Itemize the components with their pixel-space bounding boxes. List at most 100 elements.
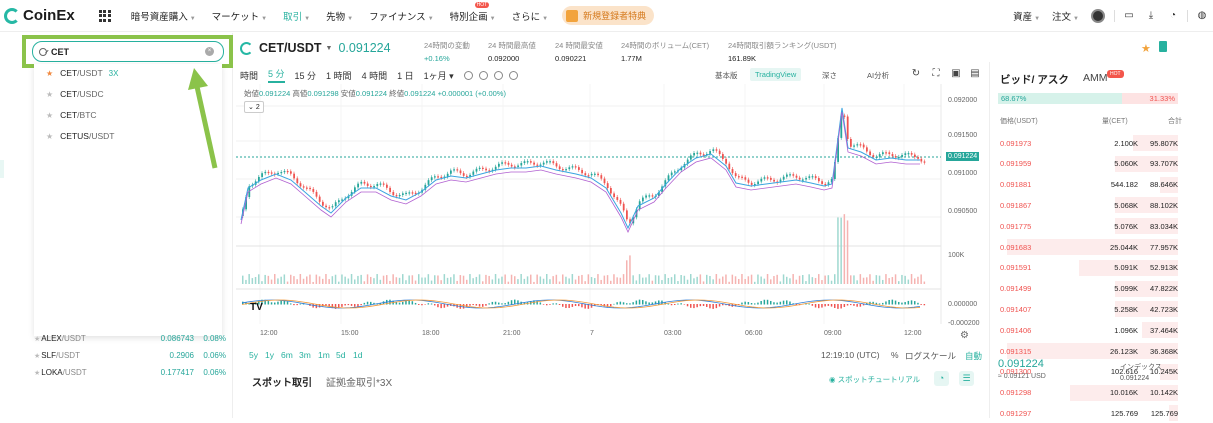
refresh-icon[interactable]: ↻ xyxy=(911,69,921,79)
globe-icon[interactable]: ◍ xyxy=(1196,10,1208,22)
nav-special[interactable]: 特別企画 ▼ HOT xyxy=(442,1,504,23)
tf-5m[interactable]: 5 分 xyxy=(268,67,285,83)
favorite-star-icon[interactable]: ★ xyxy=(34,336,40,343)
pair-name[interactable]: CET/USDT xyxy=(259,41,322,55)
orderbook-ask-row[interactable]: 0.091973 2.100K 95.807K xyxy=(998,133,1178,153)
candle-body xyxy=(850,138,852,147)
spot-tutorial-link[interactable]: ◉ スポットチュートリアル xyxy=(829,374,920,385)
signup-promo-button[interactable]: 新規登録者特典 xyxy=(562,6,655,25)
tf-15m[interactable]: 15 分 xyxy=(295,69,317,82)
tf-4h[interactable]: 4 時間 xyxy=(362,69,388,82)
layout-icon[interactable]: ▤ xyxy=(970,69,980,79)
volume-bar xyxy=(718,278,721,284)
nav-buy-crypto[interactable]: 暗号資産購入 ▼ xyxy=(123,9,204,23)
volume-bar xyxy=(533,281,535,284)
tab-bid-ask[interactable]: ビッド/ アスク xyxy=(1000,72,1069,87)
log-scale-toggle[interactable]: ログスケール xyxy=(905,350,956,362)
tf-1mo[interactable]: 1ヶ月 ▾ xyxy=(424,69,454,82)
tab-margin-trading[interactable]: 証拠金取引*3X xyxy=(326,374,392,389)
favorite-star-icon[interactable]: ★ xyxy=(46,90,53,99)
volume-bar xyxy=(523,278,526,284)
download-icon[interactable]: ⤓ xyxy=(1145,10,1157,22)
orderbook-ask-row[interactable]: 0.091297 125.769 125.769 xyxy=(998,403,1178,423)
search-result-cet-usdc[interactable]: ★ CET/USDC xyxy=(46,89,104,99)
settings-icon[interactable] xyxy=(478,70,488,80)
compare-icon[interactable] xyxy=(493,70,503,80)
notification-bell-icon[interactable]: ◔ xyxy=(1167,10,1179,22)
orderbook-ask-row[interactable]: 0.091591 5.091K 52.913K xyxy=(998,258,1178,278)
indicator-icon[interactable] xyxy=(463,70,473,80)
user-avatar[interactable] xyxy=(1091,9,1105,23)
range-1m[interactable]: 1m xyxy=(318,350,330,360)
coinex-logo[interactable]: CoinEx xyxy=(4,7,75,24)
favorite-star-icon[interactable]: ★ xyxy=(46,111,53,120)
fullscreen-icon[interactable]: ⛶ xyxy=(931,69,941,79)
nav-orders[interactable]: 注文 ▼ xyxy=(1046,9,1085,23)
orderbook-ask-row[interactable]: 0.091775 5.076K 83.034K xyxy=(998,216,1178,236)
search-result-cet-btc[interactable]: ★ CET/BTC xyxy=(46,110,97,120)
view-ai-analysis[interactable]: AI分析 xyxy=(862,68,894,83)
tf-1d[interactable]: 1 日 xyxy=(397,69,414,82)
nav-more[interactable]: さらに ▼ xyxy=(504,9,556,23)
range-3m[interactable]: 3m xyxy=(299,350,311,360)
orderbook-ask-row[interactable]: 0.091867 5.068K 88.102K xyxy=(998,195,1178,215)
favorite-star-icon[interactable]: ★ xyxy=(46,69,53,78)
orderbook-ask-row[interactable]: 0.091298 10.016K 10.142K xyxy=(998,383,1178,403)
favorite-star-icon[interactable]: ★ xyxy=(1141,42,1151,55)
volume-bar xyxy=(757,274,759,284)
tab-spot-trading[interactable]: スポット取引 xyxy=(252,374,312,389)
candlestick-chart[interactable] xyxy=(236,84,988,346)
range-1d[interactable]: 1d xyxy=(353,350,362,360)
volume-bar xyxy=(491,279,494,284)
clear-icon[interactable]: × xyxy=(205,47,214,56)
message-icon[interactable]: ▭ xyxy=(1123,10,1135,22)
chevron-down-icon[interactable]: ▼ xyxy=(326,45,333,52)
view-tradingview[interactable]: TradingView xyxy=(750,68,802,81)
nav-assets[interactable]: 資産 ▼ xyxy=(1007,9,1046,23)
apps-grid-icon[interactable] xyxy=(98,9,111,22)
favorite-star-icon[interactable]: ★ xyxy=(34,370,40,377)
search-result-cet-usdt[interactable]: ★ CET/USDT 3X xyxy=(46,68,118,78)
orderbook-ask-row[interactable]: 0.091881 544.182 88.646K xyxy=(998,175,1178,195)
y-tick: 0.090500 xyxy=(948,208,978,215)
ticker-row[interactable]: ★ALEX/USDT 0.086743 0.08% xyxy=(34,334,226,343)
auto-scale-toggle[interactable]: 自動 xyxy=(965,350,982,362)
range-6m[interactable]: 6m xyxy=(281,350,293,360)
theme-icon[interactable]: ◔ xyxy=(934,371,949,386)
orderbook-ask-row[interactable]: 0.091959 5.060K 93.707K xyxy=(998,154,1178,174)
nav-trade[interactable]: 取引 ▼ xyxy=(275,9,318,23)
tf-1h[interactable]: 1 時間 xyxy=(326,69,352,82)
range-1y[interactable]: 1y xyxy=(265,350,274,360)
ticker-row[interactable]: ★SLF/USDT 0.2906 0.06% xyxy=(34,351,226,360)
nav-markets[interactable]: マーケット ▼ xyxy=(204,9,275,23)
nav-finance[interactable]: ファイナンス ▼ xyxy=(361,9,442,23)
search-result-cetus-usdt[interactable]: ★ CETUS/USDT xyxy=(46,131,114,141)
favorite-star-icon[interactable]: ★ xyxy=(34,353,40,360)
add-icon[interactable] xyxy=(508,70,518,80)
favorite-star-icon[interactable]: ★ xyxy=(46,132,53,141)
market-search-input[interactable] xyxy=(51,46,191,57)
view-depth[interactable]: 深さ xyxy=(817,68,842,83)
volume-bar xyxy=(514,276,516,284)
oscillator-bar xyxy=(846,304,849,306)
collapse-indicators-button[interactable]: ⌄ 2 xyxy=(244,101,264,113)
market-search[interactable]: × xyxy=(32,41,224,62)
nav-futures[interactable]: 先物 ▼ xyxy=(318,9,361,23)
orderbook-ask-row[interactable]: 0.091499 5.099K 47.822K xyxy=(998,279,1178,299)
view-basic[interactable]: 基本版 xyxy=(710,68,743,83)
orderbook-ask-row[interactable]: 0.091683 25.044K 77.957K xyxy=(998,237,1178,257)
filter-settings-icon[interactable]: ☰ xyxy=(959,371,974,386)
book-icon[interactable] xyxy=(1159,41,1167,52)
volume-bar xyxy=(850,275,852,284)
range-5d[interactable]: 5d xyxy=(336,350,345,360)
tab-amm[interactable]: AMM xyxy=(1083,72,1108,84)
oscillator-bar xyxy=(485,304,487,306)
percent-toggle[interactable]: % xyxy=(891,350,899,360)
volume-bar xyxy=(299,274,302,284)
orderbook-ask-row[interactable]: 0.091407 5.258K 42.723K xyxy=(998,299,1178,319)
ticker-row[interactable]: ★LOKA/USDT 0.177417 0.06% xyxy=(34,368,226,377)
screenshot-icon[interactable]: ▣ xyxy=(951,69,961,79)
settings-gear-icon[interactable]: ⚙ xyxy=(960,330,969,341)
range-5y[interactable]: 5y xyxy=(249,350,258,360)
orderbook-ask-row[interactable]: 0.091406 1.096K 37.464K xyxy=(998,320,1178,340)
